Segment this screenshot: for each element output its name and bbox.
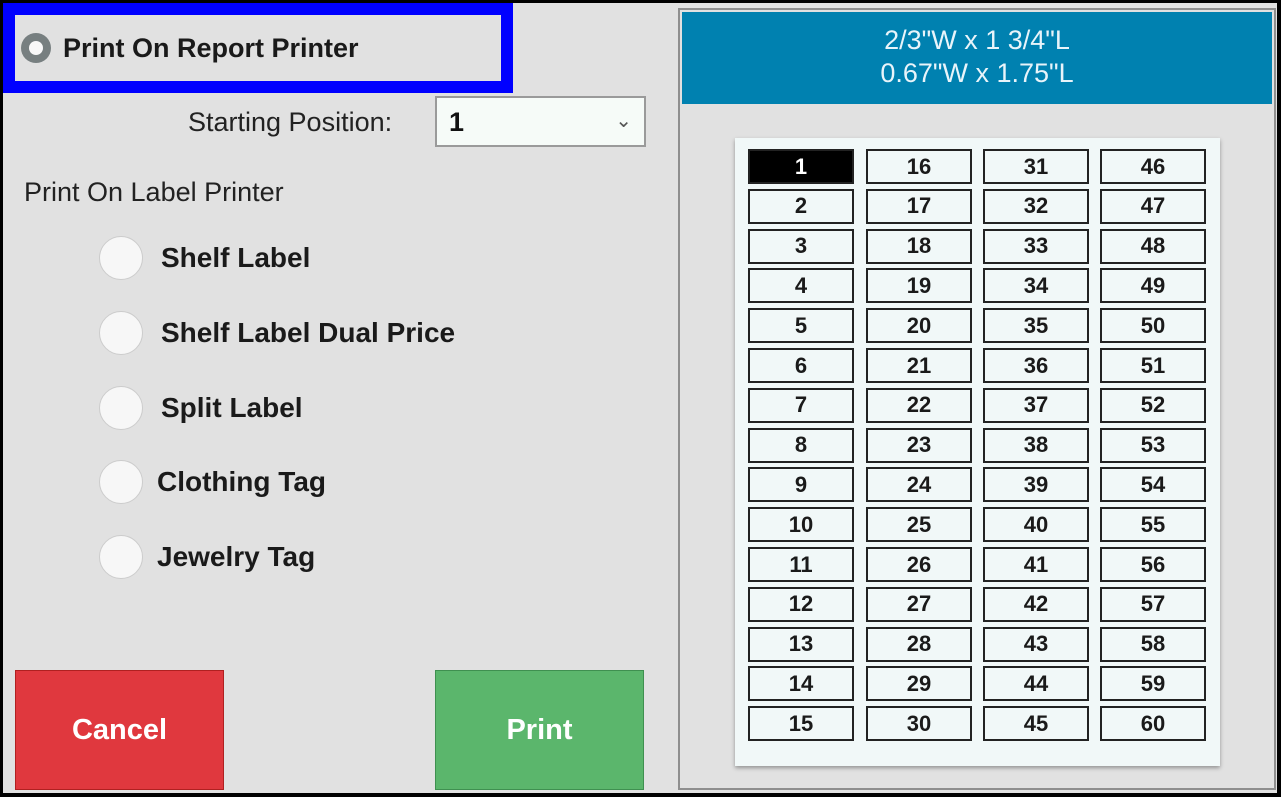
option-label: Shelf Label xyxy=(161,242,311,273)
report-printer-radio[interactable] xyxy=(21,33,51,63)
option-label: Clothing Tag xyxy=(157,466,326,497)
label-position-16[interactable]: 16 xyxy=(866,149,972,184)
report-printer-option[interactable]: Print On Report Printer xyxy=(15,15,501,81)
option-shelf-label-dual-price[interactable]: Shelf Label Dual Price xyxy=(99,311,455,355)
label-position-49[interactable]: 49 xyxy=(1100,268,1206,304)
label-position-13[interactable]: 13 xyxy=(748,626,854,662)
label-position-57[interactable]: 57 xyxy=(1100,586,1206,622)
option-split-label[interactable]: Split Label xyxy=(99,386,303,430)
label-position-28[interactable]: 28 xyxy=(866,626,972,662)
starting-position-label: Starting Position: xyxy=(188,107,393,137)
label-size-fraction: 2/3"W x 1 3/4"L xyxy=(884,25,1070,55)
label-printer-heading: Print On Label Printer xyxy=(24,177,284,207)
label-position-42[interactable]: 42 xyxy=(983,586,1089,622)
label-position-1[interactable]: 1 xyxy=(748,149,854,184)
option-label: Split Label xyxy=(161,392,303,423)
label-position-48[interactable]: 48 xyxy=(1100,228,1206,264)
label-position-25[interactable]: 25 xyxy=(866,507,972,543)
option-label: Jewelry Tag xyxy=(157,541,316,572)
label-position-55[interactable]: 55 xyxy=(1100,507,1206,543)
chevron-down-icon: ⌄ xyxy=(615,110,632,132)
label-position-36[interactable]: 36 xyxy=(983,348,1089,383)
radio-button[interactable] xyxy=(99,311,143,355)
label-position-58[interactable]: 58 xyxy=(1100,626,1206,662)
label-position-43[interactable]: 43 xyxy=(983,626,1089,662)
label-position-4[interactable]: 4 xyxy=(748,268,854,304)
label-position-27[interactable]: 27 xyxy=(866,586,972,622)
option-clothing-tag[interactable]: Clothing Tag xyxy=(99,460,326,504)
label-position-10[interactable]: 10 xyxy=(748,507,854,543)
option-shelf-label[interactable]: Shelf Label xyxy=(99,236,310,280)
label-position-39[interactable]: 39 xyxy=(983,467,1089,503)
label-position-50[interactable]: 50 xyxy=(1100,308,1206,344)
label-position-52[interactable]: 52 xyxy=(1100,387,1206,423)
report-printer-highlight: Print On Report Printer xyxy=(3,3,513,93)
label-position-51[interactable]: 51 xyxy=(1100,348,1206,383)
starting-position-value: 1 xyxy=(449,107,465,137)
label-position-29[interactable]: 29 xyxy=(866,666,972,702)
label-position-37[interactable]: 37 xyxy=(983,387,1089,423)
label-position-19[interactable]: 19 xyxy=(866,268,972,304)
label-size-decimal: 0.67"W x 1.75"L xyxy=(880,58,1074,88)
label-size-header: 2/3"W x 1 3/4"L 0.67"W x 1.75"L xyxy=(682,12,1272,104)
label-position-7[interactable]: 7 xyxy=(748,387,854,423)
radio-button[interactable] xyxy=(99,236,143,280)
label-position-2[interactable]: 2 xyxy=(748,188,854,224)
label-position-40[interactable]: 40 xyxy=(983,507,1089,543)
label-position-44[interactable]: 44 xyxy=(983,666,1089,702)
label-position-53[interactable]: 53 xyxy=(1100,427,1206,463)
option-label: Shelf Label Dual Price xyxy=(161,317,456,348)
label-position-38[interactable]: 38 xyxy=(983,427,1089,463)
label-position-54[interactable]: 54 xyxy=(1100,467,1206,503)
label-position-45[interactable]: 45 xyxy=(983,706,1089,742)
report-printer-label: Print On Report Printer xyxy=(63,32,359,63)
label-position-47[interactable]: 47 xyxy=(1100,188,1206,224)
label-position-59[interactable]: 59 xyxy=(1100,666,1206,702)
label-position-31[interactable]: 31 xyxy=(983,149,1089,184)
label-position-18[interactable]: 18 xyxy=(866,228,972,264)
label-position-56[interactable]: 56 xyxy=(1100,547,1206,582)
label-position-21[interactable]: 21 xyxy=(866,348,972,383)
label-sheet-grid: 1 2 3 4 5 6 7 8 9 10 11 12 13 14 15 16 17 18 19 20 21 22 23 24 2… xyxy=(735,138,1220,766)
radio-button[interactable] xyxy=(99,386,143,430)
label-position-35[interactable]: 35 xyxy=(983,308,1089,344)
label-position-3[interactable]: 3 xyxy=(748,228,854,264)
radio-button[interactable] xyxy=(99,535,143,579)
label-position-32[interactable]: 32 xyxy=(983,188,1089,224)
starting-position-select[interactable]: 1 ⌄ xyxy=(435,96,646,147)
label-position-24[interactable]: 24 xyxy=(866,467,972,503)
label-position-17[interactable]: 17 xyxy=(866,188,972,224)
label-position-6[interactable]: 6 xyxy=(748,348,854,383)
label-position-8[interactable]: 8 xyxy=(748,427,854,463)
radio-button[interactable] xyxy=(99,460,143,504)
label-position-5[interactable]: 5 xyxy=(748,308,854,344)
label-position-12[interactable]: 12 xyxy=(748,586,854,622)
label-position-22[interactable]: 22 xyxy=(866,387,972,423)
label-position-41[interactable]: 41 xyxy=(983,547,1089,582)
option-jewelry-tag[interactable]: Jewelry Tag xyxy=(99,535,315,579)
print-button[interactable]: Print xyxy=(435,670,644,790)
label-position-14[interactable]: 14 xyxy=(748,666,854,702)
label-position-60[interactable]: 60 xyxy=(1100,706,1206,742)
label-position-30[interactable]: 30 xyxy=(866,706,972,742)
label-position-9[interactable]: 9 xyxy=(748,467,854,503)
label-position-26[interactable]: 26 xyxy=(866,547,972,582)
label-position-11[interactable]: 11 xyxy=(748,547,854,582)
cancel-button[interactable]: Cancel xyxy=(15,670,224,790)
label-sheet-panel: 2/3"W x 1 3/4"L 0.67"W x 1.75"L 12345678… xyxy=(678,8,1276,790)
label-position-20[interactable]: 20 xyxy=(866,308,972,344)
label-position-33[interactable]: 33 xyxy=(983,228,1089,264)
label-position-46[interactable]: 46 xyxy=(1100,149,1206,184)
label-position-34[interactable]: 34 xyxy=(983,268,1089,304)
label-print-dialog: Print On Report Printer Starting Positio… xyxy=(3,3,1277,793)
label-position-15[interactable]: 15 xyxy=(748,706,854,742)
label-position-23[interactable]: 23 xyxy=(866,427,972,463)
